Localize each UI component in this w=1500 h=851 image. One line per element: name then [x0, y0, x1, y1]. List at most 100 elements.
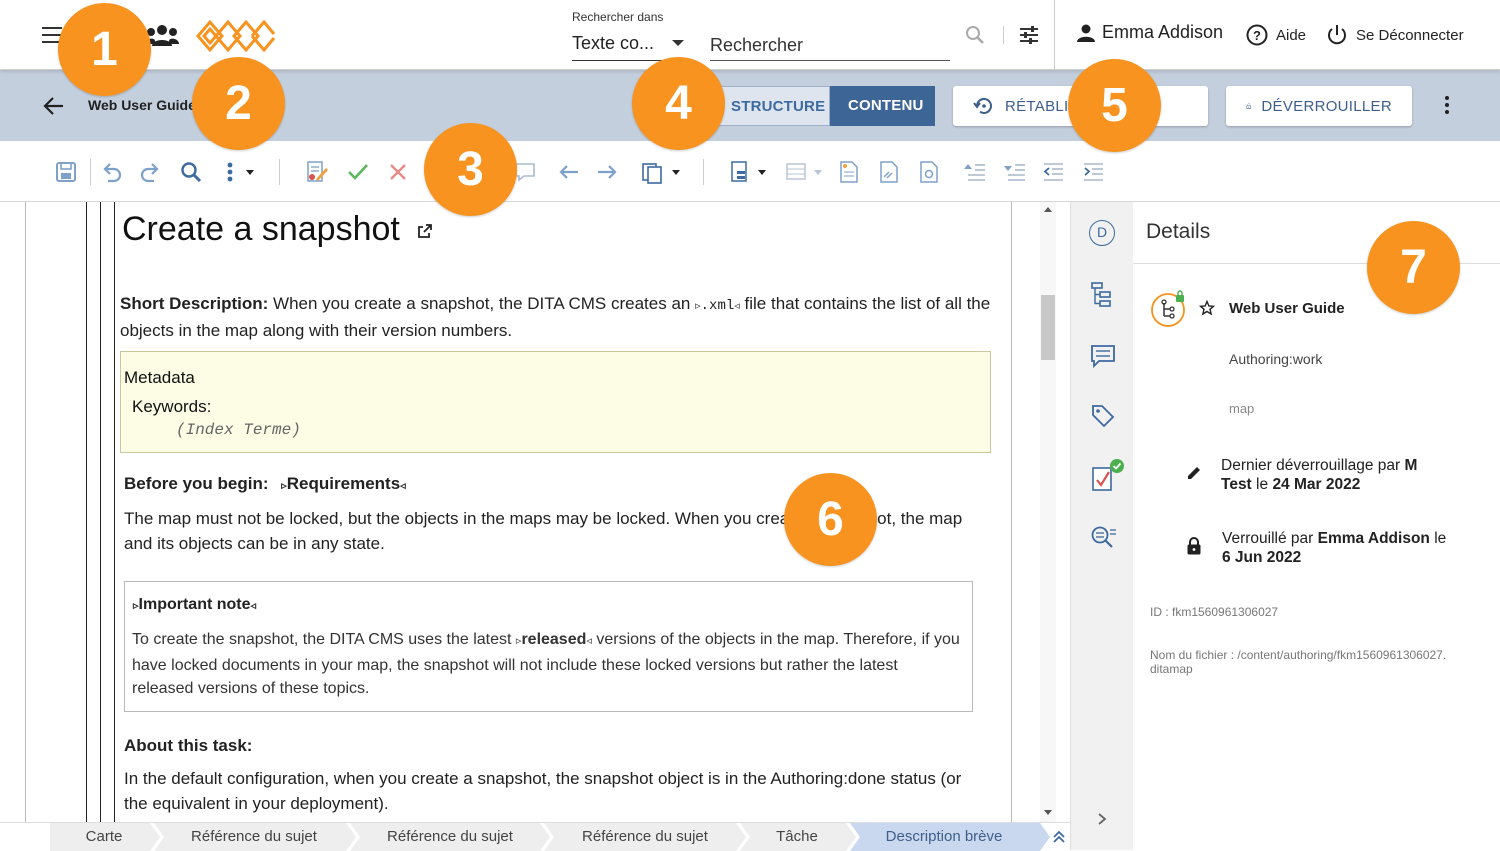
find-icon[interactable]	[178, 159, 204, 185]
callout-marker: 1	[58, 3, 151, 96]
toolbar-divider	[90, 159, 91, 185]
divider	[1003, 26, 1004, 44]
insert-reference-icon[interactable]	[836, 159, 862, 185]
important-note[interactable]: ▹Important note◃ To create the snapshot,…	[124, 581, 973, 712]
about-heading: About this task:	[124, 736, 253, 755]
power-icon	[1328, 25, 1346, 45]
search-scope-select[interactable]: Texte co...	[572, 30, 688, 61]
requirements-label: Requirements	[286, 474, 401, 493]
open-external-icon[interactable]	[417, 223, 433, 239]
comments-icon[interactable]	[1089, 342, 1117, 370]
previous-change-icon[interactable]	[556, 159, 582, 185]
last-unlock-le: le	[1256, 476, 1269, 493]
logout-label: Se Déconnecter	[1356, 26, 1464, 44]
more-actions-icon[interactable]	[218, 159, 258, 185]
breadcrumb-item[interactable]: Référence du sujet	[354, 824, 546, 850]
map-structure-icon[interactable]	[1089, 280, 1117, 308]
breadcrumb-item[interactable]: Référence du sujet	[158, 824, 350, 850]
locked-date: 6 Jun 2022	[1222, 549, 1302, 566]
breadcrumb-item-current[interactable]: Description brève	[854, 824, 1034, 850]
breadcrumb-item[interactable]: Tâche	[744, 824, 850, 850]
editor-gutter	[0, 202, 26, 822]
search-icon[interactable]	[965, 25, 985, 45]
reject-change-icon[interactable]	[385, 159, 411, 185]
last-unlock-info: Dernier déverrouillage par M Test le 24 …	[1221, 456, 1451, 494]
document-title: Web User Guide	[88, 97, 196, 113]
help-link[interactable]: ? Aide	[1246, 24, 1306, 46]
filter-settings-icon[interactable]	[1018, 25, 1040, 45]
search-scope-label: Rechercher dans	[572, 10, 664, 24]
chevron-down-icon	[672, 40, 684, 46]
undo-icon[interactable]	[98, 159, 124, 185]
about-text[interactable]: In the default configuration, when you c…	[124, 766, 984, 816]
keywords-label: Keywords:	[132, 397, 212, 416]
breadcrumb-item[interactable]: Référence du sujet	[548, 824, 742, 850]
user-name: Emma Addison	[1102, 22, 1224, 42]
details-title: Details	[1146, 220, 1211, 243]
details-filename-ext: ditamap	[1150, 662, 1193, 676]
review-tasks-icon[interactable]	[1089, 458, 1125, 492]
outdent-icon[interactable]	[1040, 159, 1066, 185]
track-changes-icon[interactable]	[304, 159, 330, 185]
structure-tab[interactable]: STRUCTURE	[712, 86, 830, 126]
locked-info: Verrouillé par Emma Addison le 6 Jun 202…	[1222, 529, 1472, 567]
breadcrumb-item[interactable]: Carte	[52, 824, 156, 850]
details-tab-avatar[interactable]: D	[1089, 220, 1115, 246]
map-type-icon	[1151, 290, 1185, 327]
callout-marker: 4	[632, 57, 725, 150]
more-options-icon[interactable]	[1440, 96, 1454, 116]
details-type: map	[1229, 401, 1255, 416]
callout-marker: 3	[424, 123, 517, 216]
insert-table-icon[interactable]	[784, 159, 826, 185]
last-unlock-prefix: Dernier déverrouillage par	[1221, 457, 1401, 474]
paste-icon[interactable]	[640, 159, 684, 185]
metadata-block[interactable]: Metadata Keywords: (Index Terme)	[120, 351, 991, 453]
note-text-1: To create the snapshot, the DITA CMS use…	[132, 631, 512, 648]
content-tab[interactable]: CONTENU	[830, 86, 935, 126]
locked-le: le	[1434, 530, 1447, 547]
indent-icon[interactable]	[1080, 159, 1106, 185]
back-arrow-icon[interactable]	[42, 96, 64, 116]
toolbar-divider	[279, 159, 280, 185]
scroll-down-icon[interactable]	[1044, 810, 1052, 815]
chevron-right-icon[interactable]	[1096, 812, 1108, 826]
short-description[interactable]: Short Description: When you create a sna…	[120, 292, 1000, 343]
topic-title[interactable]: Create a snapshot	[122, 210, 433, 249]
person-icon	[1077, 24, 1095, 42]
logout-link[interactable]: Se Déconnecter	[1326, 24, 1464, 46]
help-icon: ?	[1246, 24, 1268, 46]
insert-image-icon[interactable]	[916, 159, 942, 185]
insert-link-icon[interactable]	[876, 159, 902, 185]
insert-element-icon[interactable]	[728, 159, 770, 185]
metadata-label: Metadata	[124, 368, 195, 387]
tag-close-icon: ◃	[586, 635, 592, 647]
move-down-icon[interactable]	[1002, 159, 1028, 185]
note-text: To create the snapshot, the DITA CMS use…	[132, 628, 962, 701]
details-filename-path: Nom du fichier : /content/authoring/fkm1…	[1150, 648, 1447, 662]
callout-marker: 6	[784, 473, 877, 566]
where-used-search-icon[interactable]	[1089, 524, 1117, 552]
redo-icon[interactable]	[138, 159, 164, 185]
user-menu[interactable]: Emma Addison	[1076, 22, 1223, 43]
scroll-up-icon[interactable]	[1044, 207, 1052, 212]
note-bold: released	[521, 631, 587, 648]
structure-line	[100, 202, 101, 822]
accept-change-icon[interactable]	[345, 159, 371, 185]
prereq-label: Before you begin:	[124, 474, 269, 493]
tags-icon[interactable]	[1089, 402, 1117, 430]
scroll-thumb[interactable]	[1041, 295, 1055, 360]
save-icon[interactable]	[53, 159, 79, 185]
favorite-star-icon[interactable]	[1199, 300, 1215, 316]
structure-line	[86, 202, 87, 822]
expand-breadcrumb-icon[interactable]	[1052, 829, 1066, 845]
lock-icon	[1187, 537, 1201, 555]
editor-toolbar	[0, 141, 1500, 202]
unlock-button[interactable]: DÉVERROUILLER	[1226, 86, 1412, 126]
tag-close-icon: ◃	[734, 301, 740, 313]
editor-area[interactable]: Create a snapshot Short Description: Whe…	[0, 202, 1056, 822]
short-description-text-1: When you create a snapshot, the DITA CMS…	[273, 294, 691, 313]
index-term-placeholder[interactable]: (Index Terme)	[176, 421, 301, 439]
move-up-icon[interactable]	[962, 159, 988, 185]
next-change-icon[interactable]	[594, 159, 620, 185]
search-input[interactable]	[710, 30, 950, 61]
